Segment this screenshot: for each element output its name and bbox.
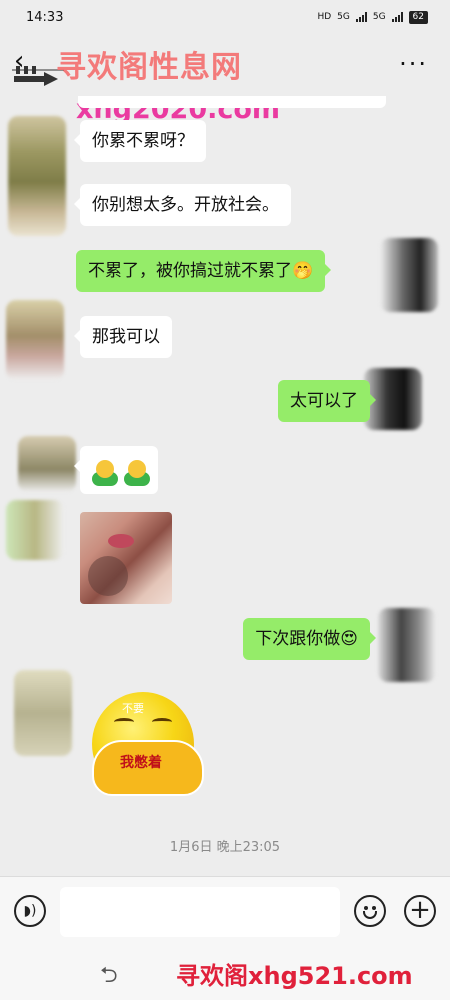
network-5g-label-2: 5G <box>372 12 386 22</box>
status-icons: HD 5G 5G 62 <box>317 10 428 24</box>
signal-icon-2 <box>391 12 403 22</box>
contact-avatar[interactable] <box>6 500 64 560</box>
partial-message-bubble <box>78 96 386 108</box>
chat-header: ‹ ··· 寻欢阁性息网 xhg2020.com <box>0 34 450 125</box>
signal-icon <box>355 12 367 22</box>
message-bubble-sent[interactable]: 下次跟你做😍 <box>243 618 376 660</box>
nav-back-icon[interactable]: ⮌ <box>100 958 118 996</box>
contact-avatar[interactable] <box>6 300 64 380</box>
input-bar: ◗) + <box>0 876 450 948</box>
message-bubble-received[interactable]: 你别想太多。开放社会。 <box>74 184 291 226</box>
more-options-icon[interactable]: ··· <box>399 50 428 78</box>
status-time: 14:33 <box>26 9 64 25</box>
watermark-title: 寻欢阁性息网 <box>56 50 242 85</box>
message-bubble-sent[interactable]: 不累了，被你搞过就不累了🤭 <box>76 250 332 292</box>
contact-avatar[interactable] <box>18 436 76 492</box>
my-avatar[interactable] <box>380 238 438 312</box>
message-list[interactable]: 你累不累呀？ 你别想太多。开放社会。 不累了，被你搞过就不累了🤭 那我可以 太可… <box>0 96 450 874</box>
battery-icon: 62 <box>408 10 428 24</box>
image-message[interactable] <box>80 512 172 604</box>
watermark-bottom: 寻欢阁xhg521.com <box>176 962 413 990</box>
emoji-message <box>92 460 150 486</box>
message-input[interactable] <box>60 887 340 937</box>
my-avatar[interactable] <box>378 608 436 682</box>
hug-icon <box>92 460 118 486</box>
message-timestamp: 1月6日 晚上23:05 <box>169 840 281 855</box>
network-5g-label: 5G <box>337 12 350 22</box>
message-bubble-received[interactable]: 那我可以 <box>74 316 172 358</box>
plus-icon[interactable]: + <box>404 895 436 927</box>
sticker-top-text: 不要 <box>122 702 144 715</box>
sticker-text: 我憋着 <box>120 755 162 771</box>
voice-icon[interactable]: ◗) <box>14 895 46 927</box>
sticker-message[interactable]: 不要 我憋着 <box>88 692 212 802</box>
hug-icon <box>124 460 150 486</box>
hd-indicator: HD <box>317 12 332 22</box>
message-bubble-sent[interactable]: 太可以了 <box>278 380 376 422</box>
status-bar: 14:33 HD 5G 5G 62 <box>0 0 450 34</box>
system-nav-bar: ⮌ 寻欢阁xhg521.com <box>0 948 450 1000</box>
contact-avatar[interactable] <box>14 670 72 756</box>
message-bubble-received[interactable]: 你累不累呀？ <box>74 120 206 162</box>
emoji-icon[interactable] <box>354 895 386 927</box>
contact-avatar[interactable] <box>8 116 66 236</box>
